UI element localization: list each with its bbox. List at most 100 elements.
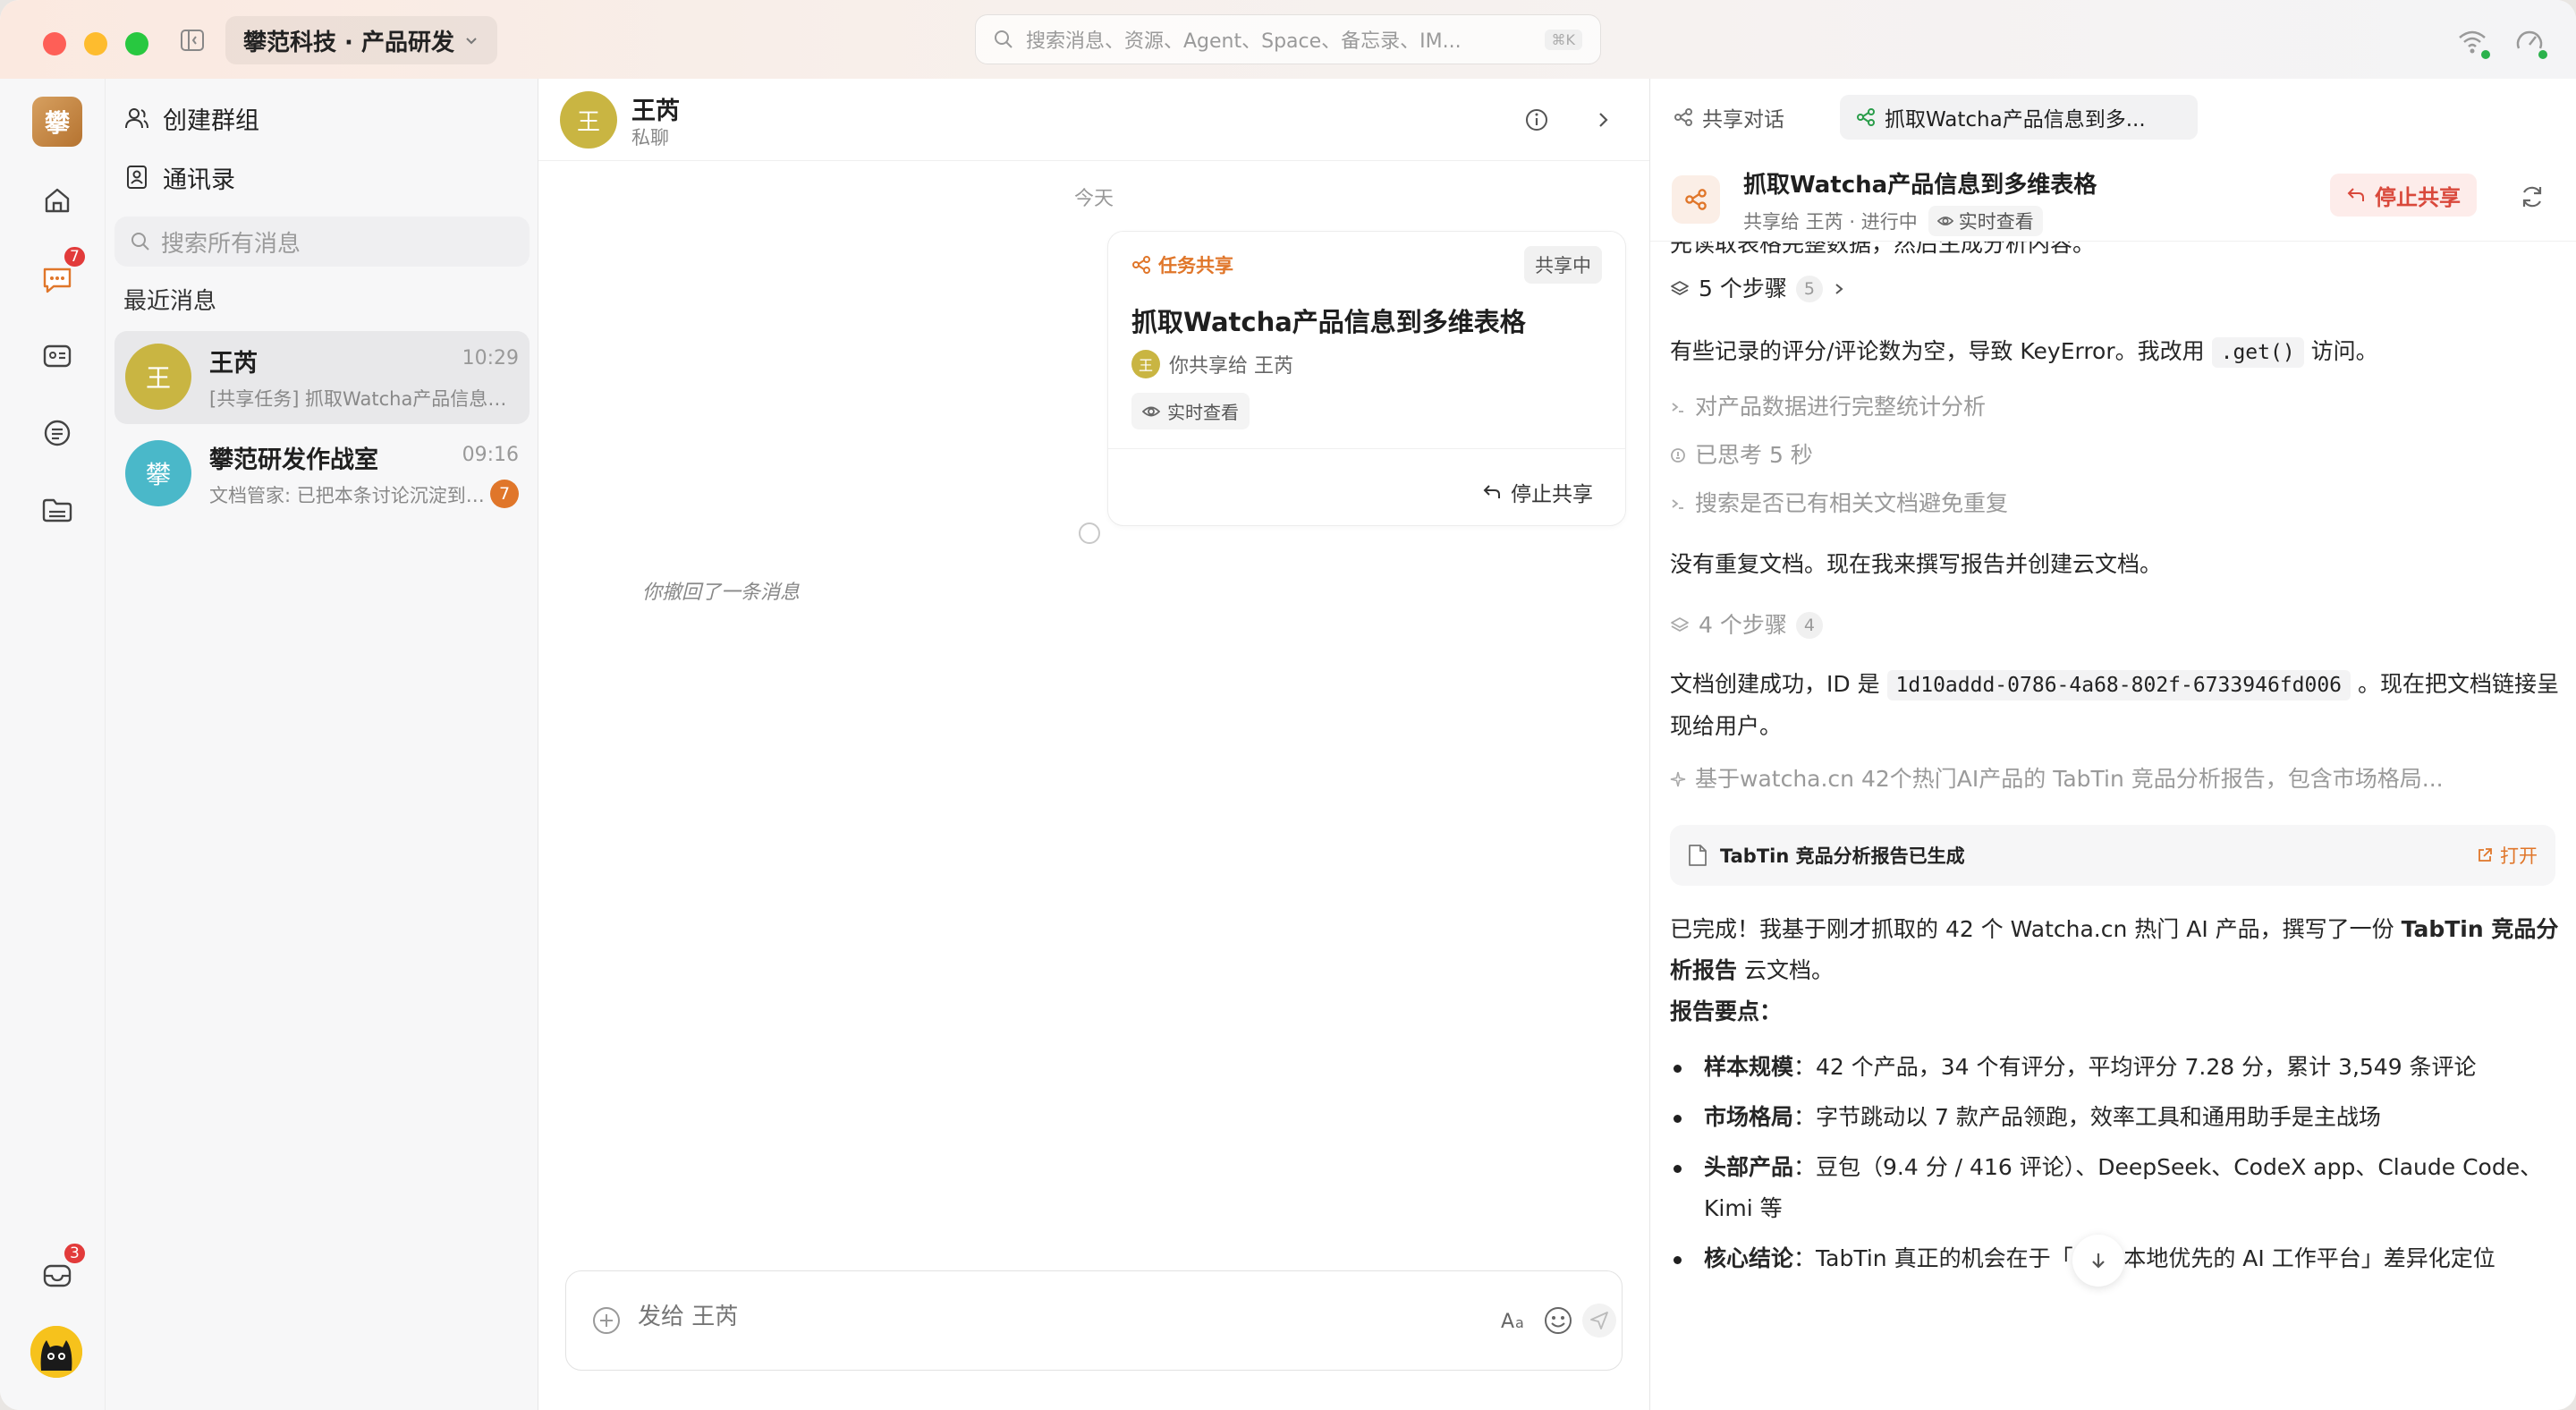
live-view-button[interactable]: 实时查看 <box>1131 393 1250 429</box>
card-divider <box>1108 448 1625 449</box>
eye-icon <box>1936 213 1953 229</box>
global-search[interactable]: 搜索消息、资源、Agent、Space、备忘录、IM... ⌘K <box>975 14 1601 64</box>
zoom-window-button[interactable] <box>125 32 148 55</box>
tool-call-item[interactable]: 搜索是否已有相关文档避免重复 <box>1670 483 2564 524</box>
open-doc-label: 打开 <box>2500 845 2538 867</box>
info-icon[interactable] <box>1521 104 1553 136</box>
shared-task-panel: 共享对话 抓取Watcha产品信息到多... 先读取表格完整数据，然后生成分析内… <box>1649 79 2576 1410</box>
tab-shared-conversation[interactable]: 共享对话 <box>1657 95 1801 140</box>
workspace-logo[interactable]: 攀 <box>32 97 82 147</box>
stop-sharing-button[interactable]: 停止共享 <box>2330 174 2477 217</box>
list-item: 核心结论：TabTin 真正的机会在于「App 本地优先的 AI 工作平台」差异… <box>1674 1238 2563 1279</box>
card-share-info: 王 你共享给 王芮 <box>1131 350 1293 378</box>
date-divider: 今天 <box>1073 188 1114 210</box>
terminal-icon <box>1670 399 1686 415</box>
transcript-text: 没有重复文档。现在我来撰写报告并创建云文档。 <box>1670 551 2163 577</box>
tab-task-label: 抓取Watcha产品信息到多... <box>1885 108 2146 132</box>
user-avatar[interactable] <box>30 1326 82 1378</box>
sparkle-icon <box>1670 771 1686 787</box>
share-text: 你共享给 王芮 <box>1169 355 1293 378</box>
home-icon[interactable] <box>39 183 75 218</box>
thought-item[interactable]: 已思考 5 秒 <box>1670 435 2564 476</box>
recalled-message-notice: 你撤回了一条消息 <box>642 582 801 604</box>
undo-arrow-icon <box>2346 185 2366 205</box>
scroll-to-bottom-button[interactable] <box>2072 1235 2124 1287</box>
bullet-label: 核心结论 <box>1704 1245 1794 1271</box>
message-input[interactable] <box>638 1304 1264 1330</box>
report-points-heading: 报告要点： <box>1670 998 1783 1024</box>
status-badge: 共享中 <box>1524 246 1602 284</box>
chat-list-panel: 创建群组 通讯录 搜索所有消息 最近消息 王 王芮 10:29 [共享任务] 抓… <box>106 79 538 1410</box>
message-select-radio[interactable] <box>1079 522 1100 544</box>
stop-sharing-button[interactable]: 停止共享 <box>1482 477 1593 507</box>
minimize-window-button[interactable] <box>84 32 107 55</box>
tool-call-item[interactable]: 对产品数据进行完整统计分析 <box>1670 386 2564 428</box>
send-button[interactable] <box>1582 1304 1616 1338</box>
avatar: 王 <box>1131 350 1160 378</box>
emoji-icon[interactable] <box>1541 1304 1575 1338</box>
chat-item-rd-war-room[interactable]: 攀 攀范研发作战室 09:16 文档管家: 已把本条讨论沉淀到云文档 7 <box>114 428 530 521</box>
search-shortcut: ⌘K <box>1544 29 1582 50</box>
chat-search-input[interactable]: 搜索所有消息 <box>114 217 530 267</box>
conversation-title: 王芮 <box>631 98 680 125</box>
document-icon <box>1688 844 1707 867</box>
notes-list-icon[interactable] <box>39 415 75 451</box>
stop-sharing-label: 停止共享 <box>1511 483 1593 506</box>
avatar[interactable]: 王 <box>560 91 617 149</box>
list-item: 头部产品：豆包（9.4 分 / 416 评论）、DeepSeek、CodeX a… <box>1674 1147 2563 1229</box>
chevron-right-icon <box>1832 282 1846 296</box>
steps-label: 5 个步骤 <box>1699 276 1787 302</box>
add-attachment-icon[interactable] <box>591 1305 622 1336</box>
svg-text:a: a <box>1515 1314 1524 1331</box>
chat-name: 攀范研发作战室 <box>209 446 378 474</box>
doc-result-card[interactable]: TabTin 竞品分析报告已生成 打开 <box>1670 825 2555 886</box>
transcript-text: 有些记录的评分/评论数为空，导致 KeyError。我改用 .get() 访问。 <box>1670 331 2564 373</box>
workspace-switcher[interactable]: 攀范科技 · 产品研发 <box>225 16 497 64</box>
sidebar-toggle-icon[interactable] <box>179 27 206 54</box>
bullet-label: 市场格局 <box>1704 1104 1794 1130</box>
tab-shared-label: 共享对话 <box>1702 108 1784 132</box>
live-view-button[interactable]: 实时查看 <box>1928 206 2043 236</box>
generation-summary[interactable]: 基于watcha.cn 42个热门AI产品的 TabTin 竞品分析报告，包含市… <box>1670 759 2564 800</box>
contacts-icon <box>123 164 150 191</box>
title-bar: 攀范科技 · 产品研发 搜索消息、资源、Agent、Space、备忘录、IM..… <box>0 0 2576 79</box>
bullet-text: ：TabTin 真正的机会在于「App 本地优先的 AI 工作平台」差异化定位 <box>1793 1245 2496 1271</box>
card-tag: 任务共享 <box>1131 251 1233 278</box>
create-group-label: 创建群组 <box>163 106 259 135</box>
steps-toggle[interactable]: 4 个步骤 4 <box>1670 605 2564 646</box>
create-group-button[interactable]: 创建群组 <box>123 95 259 141</box>
chat-item-wangrui[interactable]: 王 王芮 10:29 [共享任务] 抓取Watcha产品信息到多维表格 <box>114 331 530 424</box>
transcript-text: 文档创建成功，ID 是 1d10addd-0786-4a68-802f-6733… <box>1670 664 2564 747</box>
wifi-icon[interactable] <box>2456 25 2490 59</box>
task-share-card[interactable]: 任务共享 共享中 抓取Watcha产品信息到多维表格 王 你共享给 王芮 实时查… <box>1107 231 1626 526</box>
undo-arrow-icon <box>1482 482 1502 502</box>
list-item: 市场格局：字节跳动以 7 款产品领跑，效率工具和通用助手是主战场 <box>1674 1097 2563 1138</box>
inbox-icon[interactable]: 3 <box>39 1242 87 1294</box>
speed-gauge-icon[interactable] <box>2513 25 2547 59</box>
app-window: 攀范科技 · 产品研发 搜索消息、资源、Agent、Space、备忘录、IM..… <box>0 0 2576 1410</box>
svg-text:A: A <box>1501 1311 1514 1332</box>
open-doc-button[interactable]: 打开 <box>2477 842 2538 869</box>
conversation-header: 王 王芮 私聊 <box>538 79 1649 161</box>
chevron-right-icon[interactable] <box>1587 104 1619 136</box>
doc-card-title: TabTin 竞品分析报告已生成 <box>1720 845 1965 867</box>
chat-time: 09:16 <box>462 444 519 466</box>
chevron-down-icon <box>463 32 479 48</box>
transcript-text: 先读取表格完整数据，然后生成分析内容。 <box>1670 242 2096 257</box>
panel-tabs: 共享对话 抓取Watcha产品信息到多... <box>1650 79 2576 156</box>
messages-icon[interactable]: 7 <box>39 245 87 297</box>
tab-task[interactable]: 抓取Watcha产品信息到多... <box>1840 95 2198 140</box>
close-window-button[interactable] <box>43 32 66 55</box>
folder-icon[interactable] <box>39 492 75 528</box>
recent-messages-heading: 最近消息 <box>123 288 217 315</box>
contacts-button[interactable]: 通讯录 <box>123 154 235 200</box>
refresh-icon[interactable] <box>2518 183 2546 211</box>
text-format-icon[interactable]: Aa <box>1498 1304 1532 1338</box>
steps-toggle[interactable]: 5 个步骤 5 <box>1670 268 2564 310</box>
steps-label: 4 个步骤 <box>1699 612 1787 638</box>
conversation-panel: 王 王芮 私聊 今天 任务共享 共享中 抓取Watcha产品信息到多维表格 王 … <box>538 79 1649 1410</box>
contacts-card-icon[interactable] <box>39 338 75 374</box>
share-icon <box>1131 255 1151 275</box>
layers-icon <box>1670 279 1690 299</box>
live-view-label: 实时查看 <box>1167 402 1239 423</box>
